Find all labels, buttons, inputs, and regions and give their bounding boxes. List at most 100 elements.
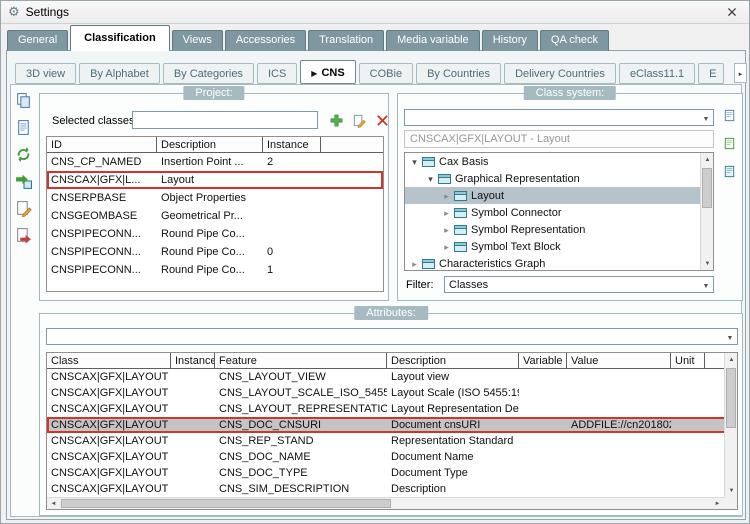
sub-tab[interactable]: CNS — [300, 60, 355, 84]
table-row[interactable]: CNSPIPECONN... Round Pipe Co... — [47, 225, 383, 243]
sub-tab[interactable]: eClass11.1 — [619, 63, 695, 84]
cell-description: Document cnsURI — [387, 419, 519, 431]
attribute-row[interactable]: CNSCAX|GFX|LAYOUT CNS_REP_STAND Represen… — [47, 433, 737, 449]
column-header-variable[interactable]: Variable — [519, 353, 567, 368]
column-header-instance[interactable]: Instance — [171, 353, 215, 368]
table-row[interactable]: CNSERPBASE Object Properties — [47, 189, 383, 207]
scroll-up-icon[interactable] — [725, 353, 738, 366]
selected-class-header: CNSCAX|GFX|LAYOUT - Layout — [404, 130, 714, 148]
main-tab[interactable]: History — [482, 30, 538, 51]
selected-classes-input[interactable] — [132, 111, 318, 129]
table-row[interactable]: CNSCAX|GFX|L... Layout — [47, 171, 383, 189]
attribute-row[interactable]: CNSCAX|GFX|LAYOUT CNS_DOC_TYPE Document … — [47, 465, 737, 481]
sub-tab[interactable]: Delivery Countries — [504, 63, 616, 84]
chevron-down-icon[interactable] — [699, 112, 713, 124]
expand-icon[interactable] — [441, 224, 452, 236]
main-tab[interactable]: Views — [172, 30, 223, 51]
sync-icon[interactable] — [14, 145, 32, 163]
cell-class: CNSCAX|GFX|LAYOUT — [47, 371, 171, 383]
cell-feature: CNS_DOC_NAME — [215, 451, 387, 463]
chevron-down-icon[interactable] — [723, 331, 737, 343]
attribute-row[interactable]: CNSCAX|GFX|LAYOUT CNS_DOC_CNSURI Documen… — [47, 417, 737, 433]
table-row[interactable]: CNS_CP_NAMED Insertion Point ... 2 — [47, 153, 383, 171]
tree-item[interactable]: Graphical Representation — [405, 170, 713, 187]
sub-tab-label: E — [709, 68, 716, 80]
sub-tab[interactable]: By Categories — [163, 63, 254, 84]
class-node-icon — [454, 207, 467, 218]
main-tab[interactable]: Classification — [70, 25, 170, 51]
expand-icon[interactable] — [441, 241, 452, 253]
import-icon[interactable] — [14, 172, 32, 190]
column-header-class[interactable]: Class — [47, 353, 171, 368]
document-blue-icon[interactable] — [720, 106, 738, 124]
sub-tab[interactable]: By Alphabet — [79, 63, 160, 84]
attributes-vscrollbar[interactable] — [724, 353, 737, 497]
scroll-thumb[interactable] — [61, 499, 391, 508]
tree-item[interactable]: Symbol Representation — [405, 221, 713, 238]
scroll-up-icon[interactable] — [701, 153, 714, 166]
main-tab[interactable]: Media variable — [386, 30, 480, 51]
sub-tab[interactable]: ICS — [257, 63, 297, 84]
document-teal-icon[interactable] — [720, 162, 738, 180]
attributes-combo[interactable] — [46, 328, 738, 345]
main-tab[interactable]: QA check — [540, 30, 609, 51]
doc-export-icon[interactable] — [14, 226, 32, 244]
expand-icon[interactable] — [425, 173, 436, 185]
column-header-instance[interactable]: Instance — [263, 137, 321, 152]
attribute-row[interactable]: CNSCAX|GFX|LAYOUT CNS_DOC_NAME Document … — [47, 449, 737, 465]
sub-tab[interactable]: E — [698, 63, 724, 84]
attribute-row[interactable]: CNSCAX|GFX|LAYOUT CNS_LAYOUT_VIEW Layout… — [47, 369, 737, 385]
attribute-row[interactable]: CNSCAX|GFX|LAYOUT CNS_LAYOUT_REPRESENTAT… — [47, 401, 737, 417]
scroll-thumb[interactable] — [726, 368, 736, 428]
main-tab[interactable]: General — [7, 30, 68, 51]
tree-item-label: Layout — [471, 190, 508, 202]
tree-item[interactable]: Symbol Text Block — [405, 238, 713, 255]
table-row[interactable]: CNSPIPECONN... Round Pipe Co... 1 — [47, 261, 383, 279]
scroll-right-icon[interactable] — [711, 498, 724, 510]
table-row[interactable]: CNSPIPECONN... Round Pipe Co... 0 — [47, 243, 383, 261]
scroll-down-icon[interactable] — [725, 484, 738, 497]
main-tab[interactable]: Translation — [308, 30, 384, 51]
tree-item[interactable]: Characteristics Graph — [405, 255, 713, 271]
column-header-description[interactable]: Description — [157, 137, 263, 152]
cell-description: Layout Scale (ISO 5455:1979) — [387, 387, 519, 399]
sub-tab[interactable]: 3D view — [15, 63, 76, 84]
attributes-hscrollbar[interactable] — [47, 497, 724, 509]
scroll-left-icon[interactable] — [47, 498, 60, 510]
table-row[interactable]: CNSGEOMBASE Geometrical Pr... — [47, 207, 383, 225]
expand-icon[interactable] — [409, 258, 420, 270]
expand-icon[interactable] — [409, 156, 420, 168]
tree-item[interactable]: Symbol Connector — [405, 204, 713, 221]
cell-feature: CNS_LAYOUT_REPRESENTATION_DEPT — [215, 403, 387, 415]
tree-item[interactable]: Layout — [405, 187, 713, 204]
attribute-row[interactable]: CNSCAX|GFX|LAYOUT CNS_LAYOUT_SCALE_ISO_5… — [47, 385, 737, 401]
column-header-feature[interactable]: Feature — [215, 353, 387, 368]
remove-class-button[interactable] — [374, 112, 391, 129]
chevron-down-icon[interactable] — [699, 279, 713, 291]
edit-class-button[interactable] — [351, 112, 368, 129]
add-class-button[interactable] — [328, 112, 345, 129]
doc-copy-icon[interactable] — [14, 91, 32, 109]
attribute-row[interactable]: CNSCAX|GFX|LAYOUT CNS_SIM_DESCRIPTION De… — [47, 481, 737, 497]
column-header-unit[interactable]: Unit — [671, 353, 705, 368]
scroll-down-icon[interactable] — [701, 257, 714, 270]
column-header-value[interactable]: Value — [567, 353, 671, 368]
tree-scrollbar[interactable] — [700, 153, 713, 270]
sub-tab[interactable]: By Countries — [416, 63, 501, 84]
doc-add-icon[interactable] — [14, 118, 32, 136]
doc-edit-icon[interactable] — [14, 199, 32, 217]
class-system-combo[interactable] — [404, 109, 714, 126]
expand-icon[interactable] — [441, 207, 452, 219]
scroll-thumb[interactable] — [702, 168, 712, 208]
expand-icon[interactable] — [441, 190, 452, 202]
filter-dropdown[interactable]: Classes — [444, 276, 714, 293]
edit-pencil-icon — [352, 113, 367, 128]
column-header-description[interactable]: Description — [387, 353, 519, 368]
main-tab[interactable]: Accessories — [225, 30, 306, 51]
document-green-icon[interactable] — [720, 134, 738, 152]
tree-item[interactable]: Cax Basis — [405, 153, 713, 170]
column-header-id[interactable]: ID — [47, 137, 157, 152]
sub-tab[interactable]: COBie — [359, 63, 413, 84]
subtab-scroll-right-button[interactable] — [734, 63, 747, 83]
close-button[interactable] — [722, 4, 742, 21]
